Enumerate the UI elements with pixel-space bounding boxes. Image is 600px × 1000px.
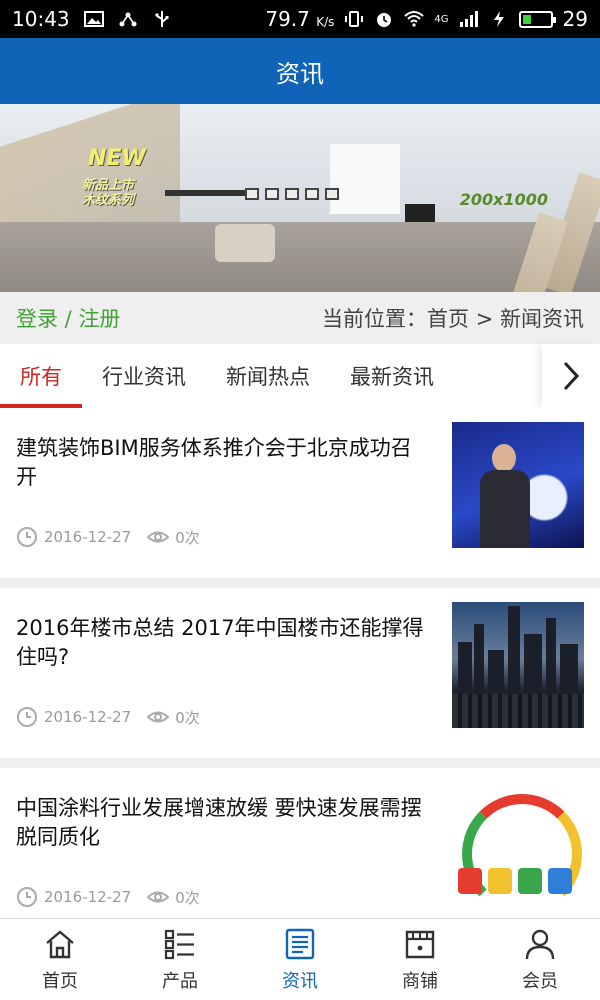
image-icon: [83, 11, 104, 27]
news-list: 建筑装饰BIM服务体系推介会于北京成功召开 2016-12-27 0次 2016…: [0, 408, 600, 938]
network-speed: 79.7 K/s: [265, 7, 335, 31]
news-meta: 2016-12-27 0次: [16, 886, 200, 908]
news-title[interactable]: 建筑装饰BIM服务体系推介会于北京成功召开: [16, 434, 426, 492]
news-date: 2016-12-27: [44, 888, 132, 906]
vibrate-icon: [345, 11, 364, 27]
tab-hot-news[interactable]: 新闻热点: [206, 344, 330, 408]
breadcrumb-home-link[interactable]: 首页: [427, 307, 469, 331]
news-date: 2016-12-27: [44, 528, 132, 546]
clock-icon: [17, 527, 37, 547]
signal-type: 4G: [434, 13, 449, 25]
eye-icon: [147, 891, 170, 903]
news-title[interactable]: 中国涂料行业发展增速放缓 要快速发展需摆脱同质化: [16, 794, 426, 852]
alarm-icon: [377, 13, 392, 27]
location-prefix: 当前位置：: [322, 307, 428, 331]
home-icon: [46, 929, 74, 958]
status-time: 10:43: [12, 7, 70, 31]
news-date: 2016-12-27: [44, 708, 132, 726]
tab-latest-news[interactable]: 最新资讯: [330, 344, 454, 408]
user-icon: [525, 929, 555, 959]
news-thumbnail[interactable]: [452, 782, 584, 908]
eye-icon: [147, 711, 170, 723]
news-item[interactable]: 建筑装饰BIM服务体系推介会于北京成功召开 2016-12-27 0次: [0, 408, 600, 578]
banner-tv: [405, 204, 435, 224]
nav-member-label: 会员: [522, 970, 558, 992]
page-title: 资讯: [276, 59, 324, 88]
battery-percent: 29: [562, 7, 588, 31]
signal-icon: [459, 11, 478, 27]
banner-frames: [245, 188, 339, 200]
tabs-next-button[interactable]: [542, 344, 600, 408]
banner-sofa: [215, 224, 275, 262]
banner-image[interactable]: NEW 新品上市 木纹系列 200x1000: [0, 104, 600, 292]
news-item[interactable]: 2016年楼市总结 2017年中国楼市还能撑得住吗? 2016-12-27 0次: [0, 588, 600, 758]
nav-home[interactable]: 首页: [0, 919, 120, 1000]
news-meta: 2016-12-27 0次: [16, 706, 200, 728]
eye-icon: [147, 531, 170, 543]
usb-icon: [155, 11, 169, 27]
tab-industry-news[interactable]: 行业资讯: [82, 344, 206, 408]
bottom-nav: 首页 产品 资讯 商铺 会员: [0, 918, 600, 1000]
news-item[interactable]: 中国涂料行业发展增速放缓 要快速发展需摆脱同质化 2016-12-27 0次: [0, 768, 600, 938]
news-thumbnail[interactable]: [452, 602, 584, 728]
news-title[interactable]: 2016年楼市总结 2017年中国楼市还能撑得住吗?: [16, 614, 426, 672]
tab-all[interactable]: 所有: [0, 344, 82, 408]
status-bar: 10:43 79.7 K/s 4G 29: [0, 0, 600, 38]
nav-home-label: 首页: [42, 970, 78, 992]
news-icon: [285, 928, 315, 959]
nav-shop-label: 商铺: [402, 970, 438, 992]
banner-window: [330, 144, 400, 214]
banner-floor: [0, 222, 600, 292]
share-icon: [119, 12, 137, 27]
category-tabs: 所有 行业资讯 新闻热点 最新资讯: [0, 344, 600, 408]
banner-badge-line1: 新品上市: [82, 178, 135, 193]
banner-shelf: [165, 190, 245, 196]
clock-icon: [17, 887, 37, 907]
list-icon: [164, 929, 194, 959]
wifi-icon: [404, 11, 425, 27]
shop-icon: [405, 930, 435, 958]
network-speed-unit: K/s: [316, 15, 335, 29]
auth-separator: /: [58, 307, 79, 331]
auth-links: 登录 / 注册: [16, 303, 120, 333]
nav-shop[interactable]: 商铺: [360, 919, 480, 1000]
news-views: 0次: [175, 528, 200, 547]
banner-badge-sub: 新品上市 木纹系列: [82, 178, 134, 208]
battery-icon: [518, 10, 556, 28]
clock-icon: [17, 707, 37, 727]
banner-badge-new: NEW: [88, 146, 146, 171]
nav-products[interactable]: 产品: [120, 919, 240, 1000]
breadcrumb-current: 新闻资讯: [500, 307, 584, 331]
nav-products-label: 产品: [162, 970, 198, 992]
news-views: 0次: [175, 888, 200, 907]
news-meta: 2016-12-27 0次: [16, 526, 200, 548]
app-header: 资讯: [0, 38, 600, 104]
login-link[interactable]: 登录: [16, 307, 58, 331]
breadcrumb: 登录 / 注册 当前位置：首页 > 新闻资讯: [0, 292, 600, 344]
chevron-right-icon: [563, 361, 580, 391]
nav-member[interactable]: 会员: [480, 919, 600, 1000]
news-views: 0次: [175, 708, 200, 727]
banner-size-label: 200x1000: [459, 190, 548, 209]
breadcrumb-arrow: >: [469, 307, 500, 331]
news-thumbnail[interactable]: [452, 422, 584, 548]
nav-news-label: 资讯: [282, 970, 318, 992]
register-link[interactable]: 注册: [78, 307, 120, 331]
nav-news[interactable]: 资讯: [240, 919, 360, 1000]
banner-badge-line2: 木纹系列: [82, 193, 135, 208]
charging-icon: [493, 11, 504, 27]
current-location: 当前位置：首页 > 新闻资讯: [322, 303, 584, 333]
